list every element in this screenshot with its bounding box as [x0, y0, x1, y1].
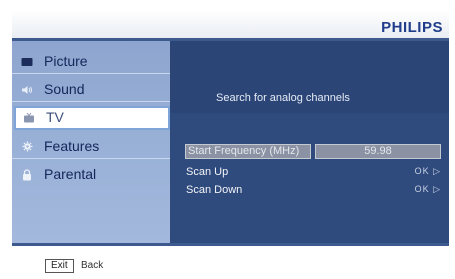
main-menu-sidebar: Picture Sound TV Features Parental [12, 41, 170, 243]
speaker-icon [21, 84, 33, 95]
monitor-icon [21, 56, 33, 67]
gear-icon [21, 141, 33, 152]
panel-title: Search for analog channels [216, 92, 350, 104]
lock-icon [21, 168, 33, 180]
scan-up-label: Scan Up [186, 166, 229, 178]
ok-arrow-icon: OK ▷ [414, 184, 441, 194]
header-bar: PHILIPS [12, 10, 449, 38]
menu-item-tv[interactable]: TV [14, 106, 170, 130]
menu-item-label: TV [46, 109, 64, 125]
tv-menu-screen: PHILIPS Picture Sound TV Features Parent… [0, 0, 455, 255]
menu-item-label: Parental [44, 166, 97, 182]
menu-item-parental[interactable]: Parental [12, 163, 170, 187]
start-frequency-row[interactable]: Start Frequency (MHz) 59.98 [185, 144, 441, 159]
scan-up-item[interactable]: Scan Up OK ▷ [186, 166, 441, 180]
tv-icon [23, 112, 35, 123]
ok-arrow-icon: OK ▷ [414, 166, 441, 176]
start-frequency-input[interactable]: 59.98 [315, 144, 441, 159]
scan-down-label: Scan Down [186, 184, 243, 196]
start-frequency-label: Start Frequency (MHz) [185, 144, 311, 159]
menu-item-sound[interactable]: Sound [12, 78, 170, 102]
scan-down-item[interactable]: Scan Down OK ▷ [186, 184, 441, 198]
menu-item-label: Features [44, 138, 100, 154]
menu-item-picture[interactable]: Picture [12, 50, 170, 74]
footer-bar: Exit Back [0, 255, 455, 279]
tv-settings-panel: Search for analog channels Start Frequen… [170, 41, 449, 243]
menu-item-features[interactable]: Features [12, 135, 170, 159]
panel-header: Search for analog channels [170, 41, 449, 113]
menu-item-label: Picture [44, 53, 88, 69]
brand-logo: PHILIPS [381, 19, 443, 36]
exit-button[interactable]: Exit [45, 259, 74, 273]
back-label: Back [81, 260, 104, 271]
footer-divider [12, 243, 449, 246]
menu-item-label: Sound [44, 81, 85, 97]
